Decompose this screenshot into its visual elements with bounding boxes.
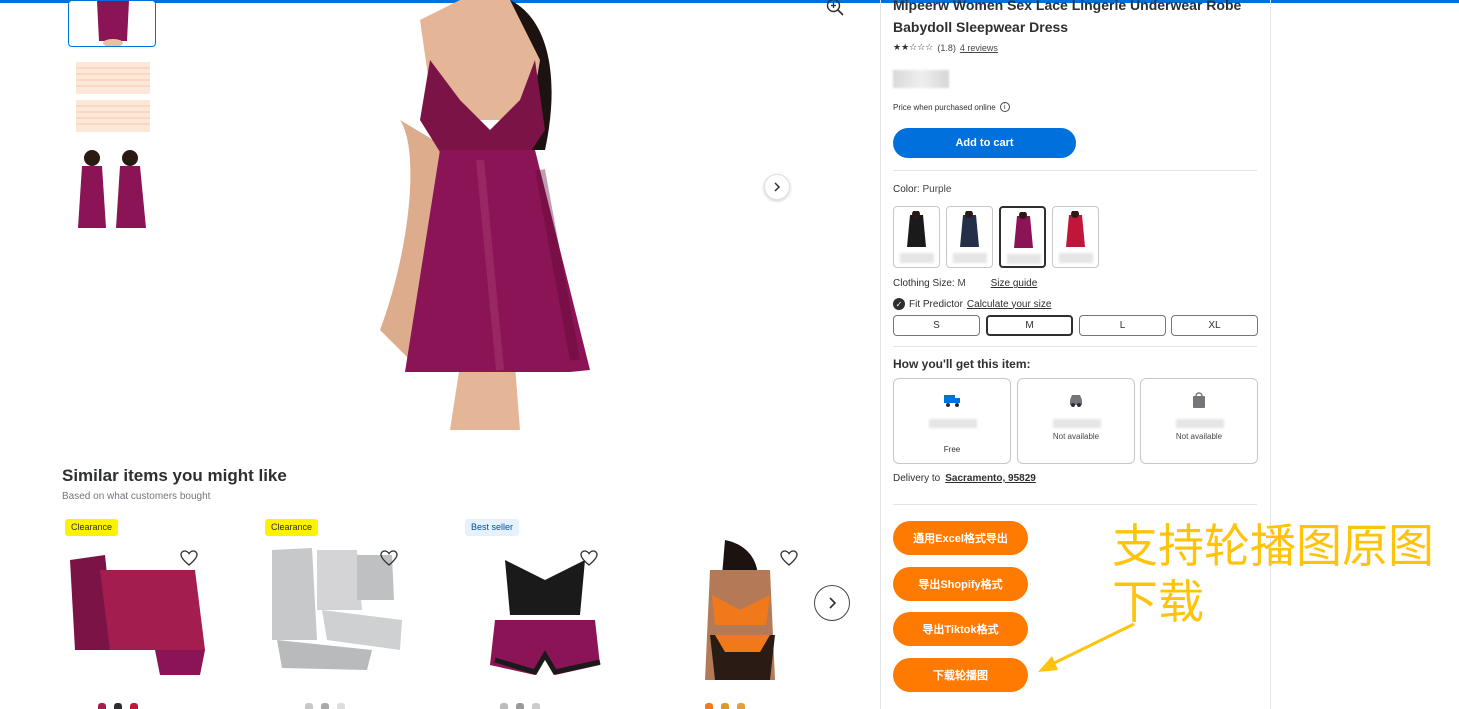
favorite-heart-icon[interactable] <box>579 548 599 568</box>
price-note: Price when purchased online i <box>893 102 1010 112</box>
export-tiktok-button[interactable]: 导出Tiktok格式 <box>893 612 1028 646</box>
size-option-l[interactable]: L <box>1079 315 1166 336</box>
thumbnail-1[interactable] <box>68 0 156 47</box>
zoom-in-icon <box>826 0 844 16</box>
clearance-badge: Clearance <box>65 519 119 536</box>
chevron-right-icon <box>829 597 837 609</box>
main-product-image[interactable] <box>360 0 620 437</box>
delivery-location-link[interactable]: Sacramento, 95829 <box>945 473 1036 484</box>
rating-row: ★★☆☆☆ (1.8) 4 reviews <box>893 42 998 53</box>
color-label-row: Color: Purple <box>893 184 951 195</box>
fit-predictor-label: Fit Predictor <box>909 298 963 310</box>
size-chart-image <box>76 62 150 132</box>
panel-divider <box>880 0 881 709</box>
color-value: Purple <box>922 184 952 195</box>
main-product-illustration <box>380 0 590 430</box>
add-to-cart-button[interactable]: Add to cart <box>893 128 1076 158</box>
export-shopify-button[interactable]: 导出Shopify格式 <box>893 567 1028 601</box>
delivery-bag-icon <box>1193 392 1205 408</box>
fit-predictor-row: ✓ Fit Predictor Calculate your size <box>893 298 1051 310</box>
product-swatch-dots <box>98 703 138 709</box>
zoom-button[interactable] <box>822 0 848 20</box>
thumbnail-3[interactable] <box>68 148 156 236</box>
annotation-arrow-icon <box>1038 622 1135 672</box>
color-swatch-purple[interactable] <box>999 206 1046 268</box>
download-carousel-images-button[interactable]: 下载轮播图 <box>893 658 1028 692</box>
product-swatch-dots <box>705 703 745 709</box>
pickup-option[interactable]: Not available <box>1017 378 1135 464</box>
favorite-heart-icon[interactable] <box>779 548 799 568</box>
fit-predictor-icon: ✓ <box>893 298 905 310</box>
fulfillment-title: How you'll get this item: <box>893 357 1031 371</box>
favorite-heart-icon[interactable] <box>379 548 399 568</box>
pickup-car-icon <box>1070 395 1082 407</box>
size-label: Clothing Size: <box>893 278 955 289</box>
thumbnail-2-size-chart[interactable] <box>68 58 156 138</box>
divider <box>893 504 1257 505</box>
calculate-size-link[interactable]: Calculate your size <box>967 299 1051 310</box>
product-swatch-dots <box>305 703 345 709</box>
annotation-text: 支持轮播图原图下载 <box>1112 519 1434 629</box>
delivery-option[interactable]: Not available <box>1140 378 1258 464</box>
size-value: M <box>957 278 966 289</box>
size-option-s[interactable]: S <box>893 315 980 336</box>
info-icon[interactable]: i <box>999 102 1010 112</box>
price-blurred <box>893 70 949 88</box>
product-title: Mipeerw Women Sex Lace Lingerie Underwea… <box>893 0 1242 35</box>
star-rating-icon: ★★☆☆☆ <box>893 42 934 52</box>
carousel-next-button[interactable] <box>764 174 790 200</box>
similar-items-subtitle: Based on what customers bought <box>62 491 211 502</box>
chevron-right-icon <box>774 182 781 192</box>
delivery-to-label: Delivery to <box>893 473 941 484</box>
shipping-free-text: Free <box>943 445 961 454</box>
color-swatch-navy[interactable] <box>946 206 993 268</box>
similar-items-title: Similar items you might like <box>62 466 287 485</box>
size-guide-link[interactable]: Size guide <box>991 278 1038 289</box>
thumbnail-1-image <box>97 1 129 46</box>
shipping-truck-icon <box>944 395 960 407</box>
color-swatch-black[interactable] <box>893 206 940 268</box>
size-option-xl[interactable]: XL <box>1171 315 1258 336</box>
size-option-m[interactable]: M <box>986 315 1073 336</box>
export-excel-button[interactable]: 通用Excel格式导出 <box>893 521 1028 555</box>
clearance-badge: Clearance <box>265 519 319 536</box>
divider <box>893 170 1257 171</box>
delivery-status: Not available <box>1175 432 1223 441</box>
thumbnail-3-image <box>78 150 146 228</box>
size-label-row: Clothing Size: M Size guide <box>893 278 1037 289</box>
delivery-location-row: Delivery to Sacramento, 95829 <box>893 473 1036 484</box>
color-swatch-red[interactable] <box>1052 206 1099 268</box>
favorite-heart-icon[interactable] <box>179 548 199 568</box>
reviews-link[interactable]: 4 reviews <box>960 43 998 53</box>
best-seller-badge: Best seller <box>465 519 520 536</box>
product-swatch-dots <box>500 703 540 709</box>
divider <box>893 346 1257 347</box>
price-note-text: Price when purchased online <box>893 102 996 112</box>
color-label: Color: <box>893 184 920 195</box>
shipping-option[interactable]: Free <box>893 378 1011 464</box>
rating-value: (1.8) <box>937 42 956 53</box>
similar-items-next-button[interactable] <box>814 585 850 621</box>
pickup-status: Not available <box>1052 432 1100 441</box>
